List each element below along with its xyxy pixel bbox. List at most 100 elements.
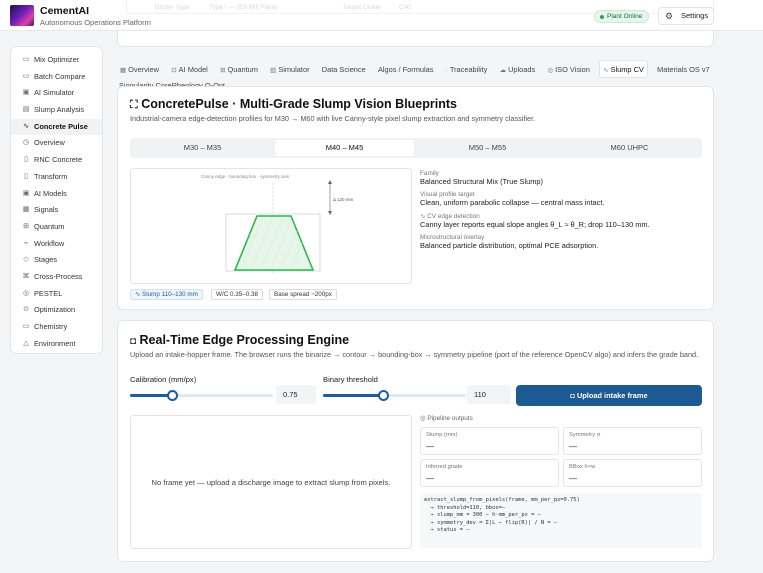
cv-value: Canny layer reports equal slope angles θ…	[420, 220, 650, 229]
calibration-slider[interactable]	[130, 390, 273, 401]
sidebar-item-label: PESTEL	[34, 288, 63, 298]
sidebar-item-overview[interactable]: ◷ Overview	[11, 135, 102, 152]
slump-chip-text: Slump 110–130 mm	[142, 291, 198, 298]
tab-quantum[interactable]: ⊞ Quantum	[217, 61, 261, 78]
tab-simulator[interactable]: ▥ Simulator	[267, 61, 312, 78]
sidebar-item-chemistry[interactable]: ▭ Chemistry	[11, 319, 102, 336]
sidebar-item-stages[interactable]: ◇ Stages	[11, 252, 102, 269]
visual-label: Visual profile target	[420, 191, 475, 198]
metric-grade: Inferred grade —	[420, 459, 559, 487]
status-dot-icon	[600, 15, 604, 19]
metric-slump: Slump (mm) —	[420, 427, 559, 455]
grade-tab-m30[interactable]: M30 – M35	[133, 140, 272, 156]
tab-label: Slump CV	[610, 65, 644, 74]
sidebar-item-slump-analysis[interactable]: ▤ Slump Analysis	[11, 102, 102, 119]
transform-icon: ▯	[24, 172, 28, 180]
sidebar-item-label: Signals	[34, 205, 59, 215]
tab-label: Quantum	[227, 65, 258, 74]
sidebar-item-quantum[interactable]: ⊞ Quantum	[11, 219, 102, 236]
sidebar-item-label: Stages	[34, 255, 58, 265]
sidebar-item-label: Mix Optimizer	[34, 55, 80, 64]
sidebar-item-concrete-pulse[interactable]: ∿ Concrete Pulse	[11, 118, 102, 136]
frame-drop-area[interactable]: No frame yet — upload a discharge image …	[130, 415, 412, 549]
layers-icon: ◇	[23, 256, 29, 264]
signal-icon: ▦	[22, 206, 30, 214]
sidebar-item-environment[interactable]: △ Environment	[11, 336, 102, 353]
tab-overview[interactable]: ▦ Overview	[117, 61, 162, 78]
tab-algos-formulas[interactable]: Algos / Formulas	[375, 61, 436, 78]
upload-icon: ☁	[499, 67, 507, 74]
scan-icon: ∿	[603, 67, 609, 74]
pipeline-code: extract_slump_from_pixels(frame, mm_per_…	[420, 493, 702, 548]
metric-value: —	[426, 442, 434, 451]
cv-label: ∿ CV edge detection	[420, 212, 700, 220]
threshold-slider-thumb[interactable]	[377, 390, 389, 401]
empty-frame-message: No frame yet — upload a discharge image …	[151, 478, 391, 487]
slump-profile-svg: Canny edge · bounding box · symmetry axi…	[201, 174, 354, 275]
sidebar-item-batch-compare[interactable]: ▭ Batch Compare	[11, 69, 102, 86]
upload-label: Upload intake frame	[576, 391, 648, 400]
cv-label-text: CV edge detection	[427, 213, 480, 220]
tab-label: Materials OS v7	[657, 65, 710, 74]
threshold-input[interactable]: 110	[467, 385, 511, 404]
tab-data-science[interactable]: Data Science	[319, 61, 369, 78]
sidebar-item-label: Slump Analysis	[34, 105, 85, 115]
micro-label: Microstructural overlay	[420, 234, 485, 241]
threshold-slider-fill	[323, 394, 384, 397]
tab-label: Uploads	[508, 65, 536, 74]
iso-icon: ◎	[547, 67, 554, 74]
ghost-label: Binder Type	[155, 4, 190, 11]
tab-materials-os[interactable]: Materials OS v7	[654, 61, 713, 78]
pipeline-header: ◎ Pipeline outputs	[420, 414, 473, 422]
tab-ai-model[interactable]: ⊡ AI Model	[168, 61, 211, 78]
sidebar-item-cross-process[interactable]: ⌘ Cross-Process	[11, 269, 102, 286]
sidebar-item-rnc-concrete[interactable]: ▯ RNC Concrete	[11, 152, 102, 169]
sidebar-item-label: AI Models	[34, 188, 67, 198]
grade-tab-m40[interactable]: M40 – M45	[275, 140, 414, 156]
tab-slump-cv[interactable]: ∿ Slump CV	[599, 60, 648, 78]
settings-button[interactable]: ⚙ Settings	[658, 7, 714, 25]
wc-chip: W/C 0.35–0.38	[211, 289, 264, 300]
calibration-slider-thumb[interactable]	[167, 390, 179, 401]
simulator-icon: ▥	[270, 67, 277, 74]
tab-label: AI Model	[178, 65, 208, 74]
sidebar-item-label: Transform	[34, 171, 68, 181]
workflow-icon: ⌁	[23, 239, 29, 247]
blueprints-title-text: ConcretePulse · Multi-Grade Slump Vision…	[141, 97, 457, 111]
sidebar-item-ai-simulator[interactable]: ▣ AI Simulator	[11, 85, 102, 102]
compare-icon: ▭	[22, 72, 30, 80]
canvas-caption: Canny edge · bounding box · symmetry axi…	[201, 174, 290, 179]
calibration-input[interactable]: 0.75	[276, 385, 316, 404]
micro-value: Balanced particle distribution, optimal …	[420, 241, 599, 250]
grade-tab-m50[interactable]: M50 – M55	[418, 140, 557, 156]
dimension-label: Δ 120 mm	[333, 197, 354, 202]
tab-label: Overview	[128, 65, 159, 74]
sidebar-item-mix-optimizer[interactable]: ▭ Mix Optimizer	[11, 52, 102, 69]
overview-icon: ◷	[22, 139, 30, 147]
sidebar-item-label: AI Simulator	[34, 88, 75, 98]
slump-profile-canvas: Canny edge · bounding box · symmetry axi…	[130, 168, 412, 284]
blueprints-title: ⛶ ConcretePulse · Multi-Grade Slump Visi…	[130, 97, 457, 112]
engine-subtitle: Upload an intake-hopper frame. The brows…	[130, 350, 699, 359]
threshold-slider[interactable]	[323, 390, 466, 401]
tab-iso-vision[interactable]: ◎ ISO Vision	[544, 61, 592, 78]
tab-uploads[interactable]: ☁ Uploads	[497, 61, 539, 78]
tab-label: ISO Vision	[555, 65, 590, 74]
sidebar-item-signals[interactable]: ▦ Signals	[11, 202, 102, 219]
metric-symmetry: Symmetry σ —	[563, 427, 702, 455]
tab-label: Data Science	[321, 65, 366, 74]
sidebar-item-label: Batch Compare	[34, 71, 86, 81]
dot-icon: ·	[445, 67, 448, 74]
grade-tab-m60[interactable]: M60 UHPC	[560, 140, 699, 156]
sidebar-item-pestel[interactable]: ◎ PESTEL	[11, 286, 102, 303]
sidebar-item-transform[interactable]: ▯ Transform	[11, 169, 102, 186]
sidebar-item-label: Cross-Process	[34, 271, 83, 281]
sidebar-item-ai-models[interactable]: ▣ AI Models	[11, 186, 102, 203]
settings-label: Settings	[681, 11, 709, 20]
family-label: Family	[420, 170, 439, 177]
ghost-value: Type I — (Ex-Mill Plant)	[209, 4, 278, 11]
sidebar-item-workflow[interactable]: ⌁ Workflow	[11, 236, 102, 253]
tab-traceability[interactable]: · Traceability	[443, 61, 491, 78]
upload-frame-button[interactable]: ◘ Upload intake frame	[516, 385, 702, 406]
sidebar-item-optimization[interactable]: ⊙ Optimization	[11, 302, 102, 319]
